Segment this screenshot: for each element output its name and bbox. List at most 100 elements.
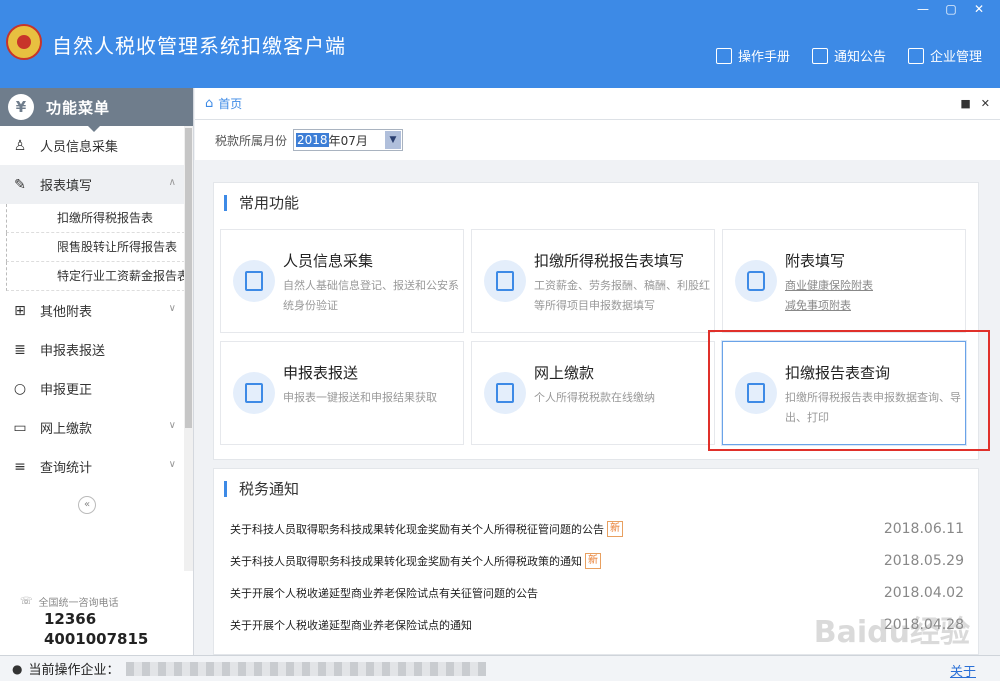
notice-link[interactable]: 通知公告 [811,46,886,65]
submenu-item-restricted-stock[interactable]: 限售股转让所得报告表 [6,233,190,262]
payment-icon [484,372,526,414]
submenu-item-special-industry[interactable]: 特定行业工资薪金报告表 [6,262,190,291]
chevron-down-icon: ∨ [168,303,176,314]
enterprise-link[interactable]: 企业管理 [907,46,982,65]
breadcrumb-home[interactable]: 首页 [218,95,242,112]
card-title: 扣缴报告表查询 [785,364,891,382]
sidebar-item-query-stats[interactable]: ≡ 查询统计 ∨ [0,447,184,486]
health-insurance-link[interactable]: 商业健康保险附表 [785,276,961,296]
minimize-button[interactable]: — [914,2,932,16]
hotline-label: ☏ 全国统一咨询电话 [20,594,148,609]
filter-bar: 税款所属月份 2018 年07月 ▼ [195,120,1000,160]
exemption-link[interactable]: 减免事项附表 [785,296,961,316]
enterprise-label: 企业管理 [929,50,982,65]
restore-tab-icon[interactable]: ■ [960,97,970,110]
list-item[interactable]: 关于开展个人税收递延型商业养老保险试点的通知 2018.04.28 [230,609,972,641]
sidebar-item-label: 报表填写 [40,179,93,194]
top-nav: 操作手册 通知公告 企业管理 [715,46,982,65]
pen-icon [735,260,777,302]
hotline-number-2: 4001007815 [44,630,149,648]
card-title: 扣缴所得税报告表填写 [534,252,685,270]
menu: ♙ 人员信息采集 ✎ 报表填写 ∧ 扣缴所得税报告表 限售股转让所得报告表 特定… [0,126,193,486]
card-desc: 个人所得税税款在线缴纳 [534,391,655,404]
person-icon: ♙ [13,137,27,154]
panel-title: 税务通知 [224,481,299,497]
close-tab-icon[interactable]: ✕ [981,97,990,110]
card-desc: 扣缴所得税报告表申报数据查询、导出、打印 [785,391,961,424]
hotline-block: ☏ 全国统一咨询电话 12366 4001007815 [20,594,148,649]
title-bar: 自然人税收管理系统扣缴客户端 — ▢ ✕ 操作手册 通知公告 企业管理 [0,0,1000,88]
card-report-submit[interactable]: 申报表报送 申报表一键报送和申报结果获取 [220,341,464,445]
card-title: 网上缴款 [534,364,595,382]
sidebar-item-report-submit[interactable]: ≣ 申报表报送 [0,330,184,369]
sidebar-item-other-attachments[interactable]: ⊞ 其他附表 ∨ [0,291,184,330]
tax-form-icon [484,260,526,302]
card-report-query[interactable]: 扣缴报告表查询 扣缴所得税报告表申报数据查询、导出、打印 [722,341,966,445]
sidebar-item-report-fill[interactable]: ✎ 报表填写 ∧ [0,165,184,204]
report-icon: ≣ [14,341,26,358]
sidebar-item-online-payment[interactable]: ▭ 网上缴款 ∨ [0,408,184,447]
mail-icon [811,47,828,64]
sidebar-item-correction[interactable]: ○ 申报更正 [0,369,184,408]
card-title: 附表填写 [785,252,846,270]
hotline-number-1: 12366 [44,610,97,628]
query-check-icon [735,372,777,414]
notice-title: 关于科技人员取得职务科技成果转化现金奖励有关个人所得税政策的通知 [230,555,582,568]
month-select[interactable]: 2018 年07月 ▼ [293,129,404,151]
current-enterprise-label: 当前操作企业： [28,663,120,678]
chevron-up-icon: ∧ [168,177,176,188]
national-emblem-icon [6,24,42,60]
chevron-down-icon: ∨ [168,420,176,431]
common-functions-panel: 常用功能 人员信息采集 自然人基础信息登记、报送和公安系统身份验证 扣缴所得税报… [213,182,979,460]
notice-list: 关于科技人员取得职务科技成果转化现金奖励有关个人所得税征管问题的公告 新 201… [230,513,972,641]
edit-icon: ✎ [14,176,26,193]
sidebar-title: 功能菜单 [46,98,111,117]
sidebar-item-label: 网上缴款 [40,422,93,437]
about-link[interactable]: 关于 [950,661,976,680]
app-title: 自然人税收管理系统扣缴客户端 [52,34,346,58]
card-attachment-fill[interactable]: 附表填写 商业健康保险附表 减免事项附表 [722,229,966,333]
collapse-sidebar-button[interactable]: « [78,496,96,514]
month-rest: 年07月 [328,133,368,148]
sidebar-item-label: 申报更正 [40,383,93,398]
chevron-down-icon[interactable]: ▼ [385,131,402,149]
query-icon: ≡ [14,458,26,475]
notice-label: 通知公告 [833,50,886,65]
card-title: 人员信息采集 [283,252,374,270]
scroll-thumb[interactable] [185,128,192,428]
card-online-payment[interactable]: 网上缴款 个人所得税税款在线缴纳 [471,341,715,445]
grid-icon: ⊞ [14,302,26,319]
manual-link[interactable]: 操作手册 [715,46,790,65]
window-controls: — ▢ ✕ [914,2,988,16]
card-desc: 工资薪金、劳务报酬、稿酬、利股红等所得项目申报数据填写 [534,279,710,312]
list-item[interactable]: 关于科技人员取得职务科技成果转化现金奖励有关个人所得税政策的通知 新 2018.… [230,545,972,577]
notice-date: 2018.04.28 [883,617,964,633]
sidebar-scrollbar[interactable] [184,126,193,571]
close-button[interactable]: ✕ [970,2,988,16]
card-desc: 申报表一键报送和申报结果获取 [283,391,437,404]
maximize-button[interactable]: ▢ [942,2,960,16]
sidebar-item-person-info[interactable]: ♙ 人员信息采集 [0,126,184,165]
month-year-selected: 2018 [296,133,329,147]
user-icon: ● [12,661,23,676]
card-person-info[interactable]: 人员信息采集 自然人基础信息登记、报送和公安系统身份验证 [220,229,464,333]
notice-title: 关于科技人员取得职务科技成果转化现金奖励有关个人所得税征管问题的公告 [230,523,604,536]
list-item[interactable]: 关于开展个人税收递延型商业养老保险试点有关征管问题的公告 2018.04.02 [230,577,972,609]
hotline-label-text: 全国统一咨询电话 [38,598,119,609]
search-icon: ○ [13,380,27,397]
submit-icon [233,372,275,414]
card-withholding-fill[interactable]: 扣缴所得税报告表填写 工资薪金、劳务报酬、稿酬、利股红等所得项目申报数据填写 [471,229,715,333]
submenu-item-withholding-report[interactable]: 扣缴所得税报告表 [6,204,190,233]
sidebar-item-label: 查询统计 [40,461,93,476]
sidebar-item-label: 申报表报送 [40,344,106,359]
manual-label: 操作手册 [737,50,790,65]
id-card-icon [233,260,275,302]
sidebar: ¥ 功能菜单 ♙ 人员信息采集 ✎ 报表填写 ∧ 扣缴所得税报告表 限售股转让所… [0,88,194,655]
notice-date: 2018.05.29 [883,553,964,569]
card-desc: 自然人基础信息登记、报送和公安系统身份验证 [283,279,459,312]
card-title: 申报表报送 [283,364,359,382]
new-badge: 新 [607,521,623,537]
tab-controls: ■ ✕ [960,97,990,110]
list-item[interactable]: 关于科技人员取得职务科技成果转化现金奖励有关个人所得税征管问题的公告 新 201… [230,513,972,545]
sidebar-item-label: 其他附表 [40,305,93,320]
